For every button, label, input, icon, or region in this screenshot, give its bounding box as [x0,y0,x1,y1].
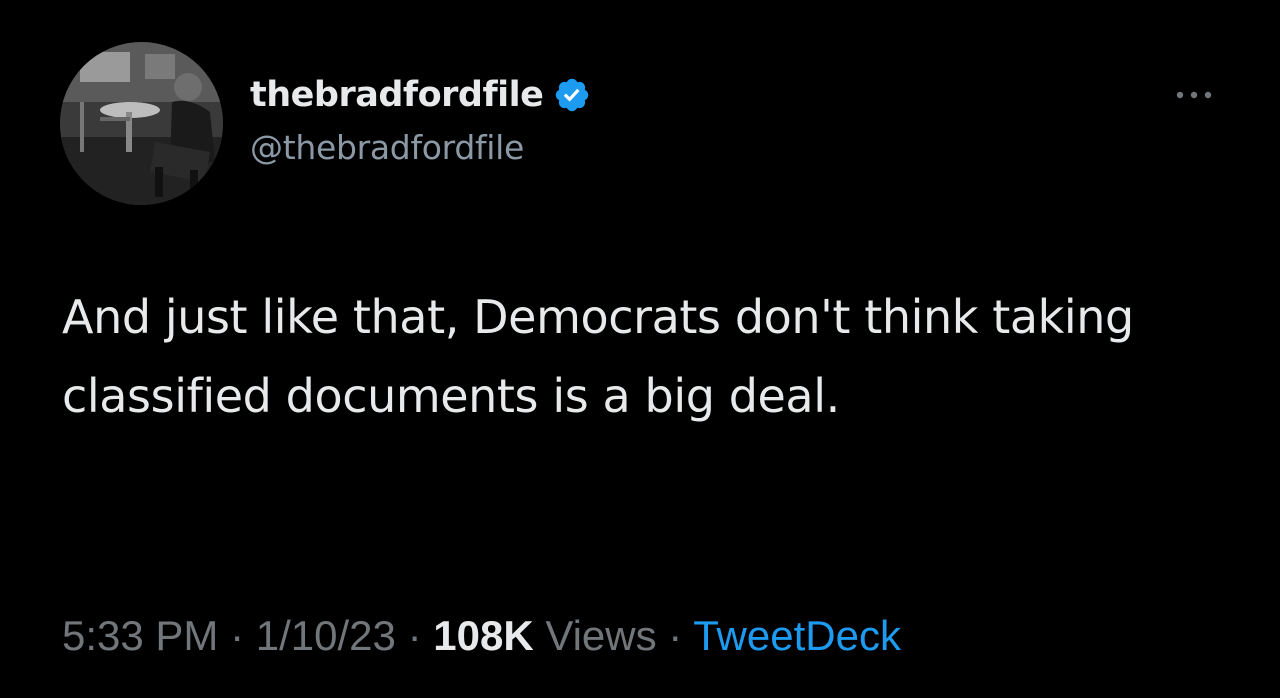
views-label[interactable]: Views [545,612,656,659]
display-name-row: thebradfordfile [250,72,591,118]
source-link[interactable]: TweetDeck [693,612,901,659]
author-handle[interactable]: @thebradfordfile [250,128,591,167]
tweet-meta: 5:33 PM · 1/10/23 · 108K Views · TweetDe… [62,612,901,660]
views-count[interactable]: 108K [433,612,533,659]
author-block[interactable]: thebradfordfile @thebradfordfile [250,72,591,167]
avatar-photo [60,42,223,205]
tweet-date[interactable]: 1/10/23 [256,612,396,659]
tweet-time[interactable]: 5:33 PM [62,612,218,659]
tweet-text: And just like that, Democrats don't thin… [62,290,1134,423]
meta-separator: · [407,612,422,659]
avatar[interactable] [60,42,223,205]
meta-separator: · [668,612,683,659]
more-icon[interactable] [1172,86,1216,104]
display-name[interactable]: thebradfordfile [250,75,544,115]
meta-separator: · [230,612,245,659]
verified-badge-icon [553,76,591,114]
tweet-card: thebradfordfile @thebradfordfile And jus… [0,0,1280,698]
